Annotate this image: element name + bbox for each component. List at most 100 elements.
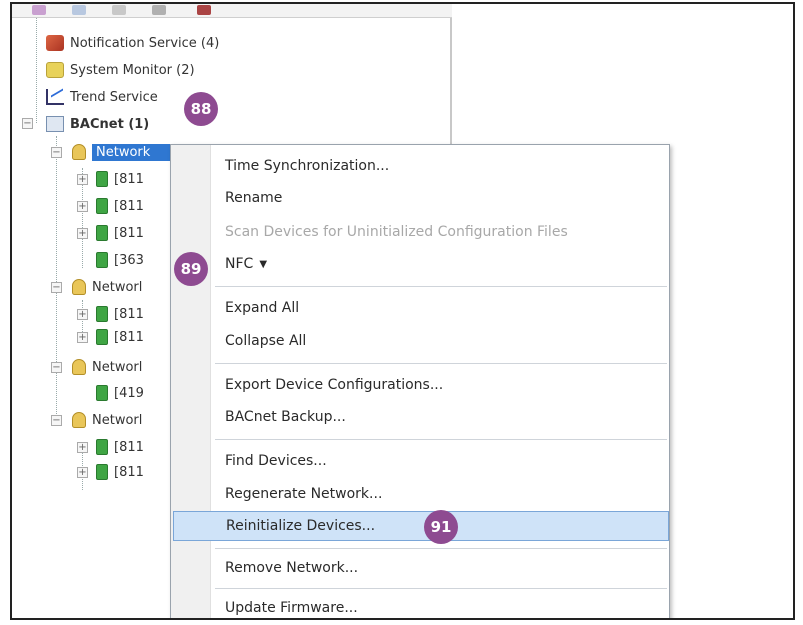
menu-separator — [215, 286, 667, 287]
device-icon — [96, 171, 108, 187]
tree-item-label: Networl — [92, 412, 143, 428]
callout-badge-89: 89 — [174, 252, 208, 286]
tree-item-device[interactable]: [811 — [96, 222, 144, 244]
menu-item-label: Export Device Configurations... — [225, 377, 444, 393]
menu-item-label: Collapse All — [225, 333, 307, 349]
menu-item-export-device-configurations[interactable]: Export Device Configurations... — [211, 370, 669, 400]
tree-item-device[interactable]: [811 — [96, 168, 144, 190]
notification-icon — [46, 35, 64, 51]
menu-item-label: Update Firmware... — [225, 600, 358, 616]
tree-item-label: [363 — [114, 252, 144, 268]
tree-item-bacnet[interactable]: BACnet (1) — [46, 113, 149, 135]
expand-toggle[interactable]: + — [77, 467, 88, 478]
tree-item-notification-service[interactable]: Notification Service (4) — [46, 32, 219, 54]
toolbar-icon-4[interactable] — [152, 5, 166, 15]
tree-item-device[interactable]: [811 — [96, 436, 144, 458]
tree-item-network[interactable]: Networl — [72, 409, 142, 431]
menu-item-find-devices[interactable]: Find Devices... — [211, 446, 669, 476]
monitor-icon — [46, 62, 64, 78]
expand-toggle[interactable]: + — [77, 174, 88, 185]
callout-badge-88: 88 — [184, 92, 218, 126]
tree-item-label: Notification Service (4) — [70, 35, 220, 51]
expand-toggle[interactable]: + — [77, 228, 88, 239]
toolbar-icon-2[interactable] — [72, 5, 86, 15]
callout-number: 89 — [180, 260, 202, 278]
tree-item-label: [811 — [114, 329, 144, 345]
menu-item-reinitialize-devices[interactable]: Reinitialize Devices... — [173, 511, 669, 541]
menu-item-expand-all[interactable]: Expand All — [211, 293, 669, 323]
tree-item-label: [811 — [114, 439, 144, 455]
expand-toggle[interactable]: + — [77, 309, 88, 320]
menu-item-label: Find Devices... — [225, 453, 327, 469]
device-icon — [96, 198, 108, 214]
tree-item-label: [419 — [114, 385, 144, 401]
tree-item-device[interactable]: [811 — [96, 326, 144, 348]
tree-item-label: Networl — [92, 359, 143, 375]
menu-item-regenerate-network[interactable]: Regenerate Network... — [211, 479, 669, 509]
tree-item-label: System Monitor (2) — [70, 62, 195, 78]
tree-item-device[interactable]: [363 — [96, 249, 144, 271]
expand-toggle[interactable]: + — [77, 442, 88, 453]
menu-item-bacnet-backup[interactable]: BACnet Backup... — [211, 402, 669, 432]
collapse-toggle[interactable]: − — [51, 282, 62, 293]
menu-item-time-synchronization[interactable]: Time Synchronization... — [211, 151, 669, 181]
tree-item-device[interactable]: [811 — [96, 195, 144, 217]
tree-item-label: [811 — [114, 306, 144, 322]
menu-item-remove-network[interactable]: Remove Network... — [211, 553, 669, 583]
menu-item-label: Rename — [225, 190, 283, 206]
callout-number: 91 — [430, 518, 452, 536]
toolbar — [12, 4, 452, 18]
menu-item-nfc[interactable]: NFC ▼ — [211, 249, 669, 279]
device-icon — [96, 252, 108, 268]
tree-item-device[interactable]: [811 — [96, 303, 144, 325]
tree-item-label: BACnet (1) — [70, 116, 150, 132]
application-window: Notification Service (4) System Monitor … — [10, 2, 795, 620]
tree-item-device[interactable]: [811 — [96, 461, 144, 483]
network-icon — [72, 279, 86, 295]
tree-item-label: [811 — [114, 198, 144, 214]
menu-separator — [215, 439, 667, 440]
device-icon — [96, 385, 108, 401]
menu-item-update-firmware[interactable]: Update Firmware... — [211, 593, 669, 618]
tree-item-label: [811 — [114, 171, 144, 187]
tree-item-device[interactable]: [419 — [96, 382, 144, 404]
collapse-toggle[interactable]: − — [51, 415, 62, 426]
tree-item-label: Network — [92, 143, 181, 161]
tree-connector — [56, 136, 57, 426]
network-icon — [72, 412, 86, 428]
network-icon — [72, 359, 86, 375]
collapse-toggle[interactable]: − — [51, 147, 62, 158]
collapse-toggle[interactable]: − — [22, 118, 33, 129]
device-icon — [96, 439, 108, 455]
menu-item-rename[interactable]: Rename — [211, 183, 669, 213]
bacnet-icon — [46, 116, 64, 132]
tree-item-label: Trend Service — [70, 89, 158, 105]
menu-item-scan-devices: Scan Devices for Uninitialized Configura… — [211, 217, 669, 247]
context-menu: Time Synchronization... Rename Scan Devi… — [170, 144, 670, 618]
device-icon — [96, 329, 108, 345]
menu-item-label: Time Synchronization... — [225, 158, 390, 174]
toolbar-icon-1[interactable] — [32, 5, 46, 15]
tree-item-system-monitor[interactable]: System Monitor (2) — [46, 59, 195, 81]
tree-item-network[interactable]: Networl — [72, 356, 142, 378]
network-icon — [72, 144, 86, 160]
tree-item-label: Networl — [92, 279, 143, 295]
device-icon — [96, 464, 108, 480]
menu-separator — [215, 548, 667, 549]
menu-item-label: Remove Network... — [225, 560, 359, 576]
trend-chart-icon — [46, 89, 64, 105]
expand-toggle[interactable]: + — [77, 332, 88, 343]
menu-item-collapse-all[interactable]: Collapse All — [211, 326, 669, 356]
tree-item-network-selected[interactable]: Network — [72, 141, 181, 163]
collapse-toggle[interactable]: − — [51, 362, 62, 373]
menu-item-label: Regenerate Network... — [225, 486, 383, 502]
tree-item-trend-service[interactable]: Trend Service — [46, 86, 158, 108]
toolbar-icon-5[interactable] — [197, 5, 211, 15]
toolbar-icon-3[interactable] — [112, 5, 126, 15]
tree-item-label: [811 — [114, 225, 144, 241]
device-icon — [96, 306, 108, 322]
tree-item-network[interactable]: Networl — [72, 276, 142, 298]
expand-toggle[interactable]: + — [77, 201, 88, 212]
menu-item-label: NFC — [225, 256, 254, 272]
menu-icon-gutter — [171, 145, 211, 618]
